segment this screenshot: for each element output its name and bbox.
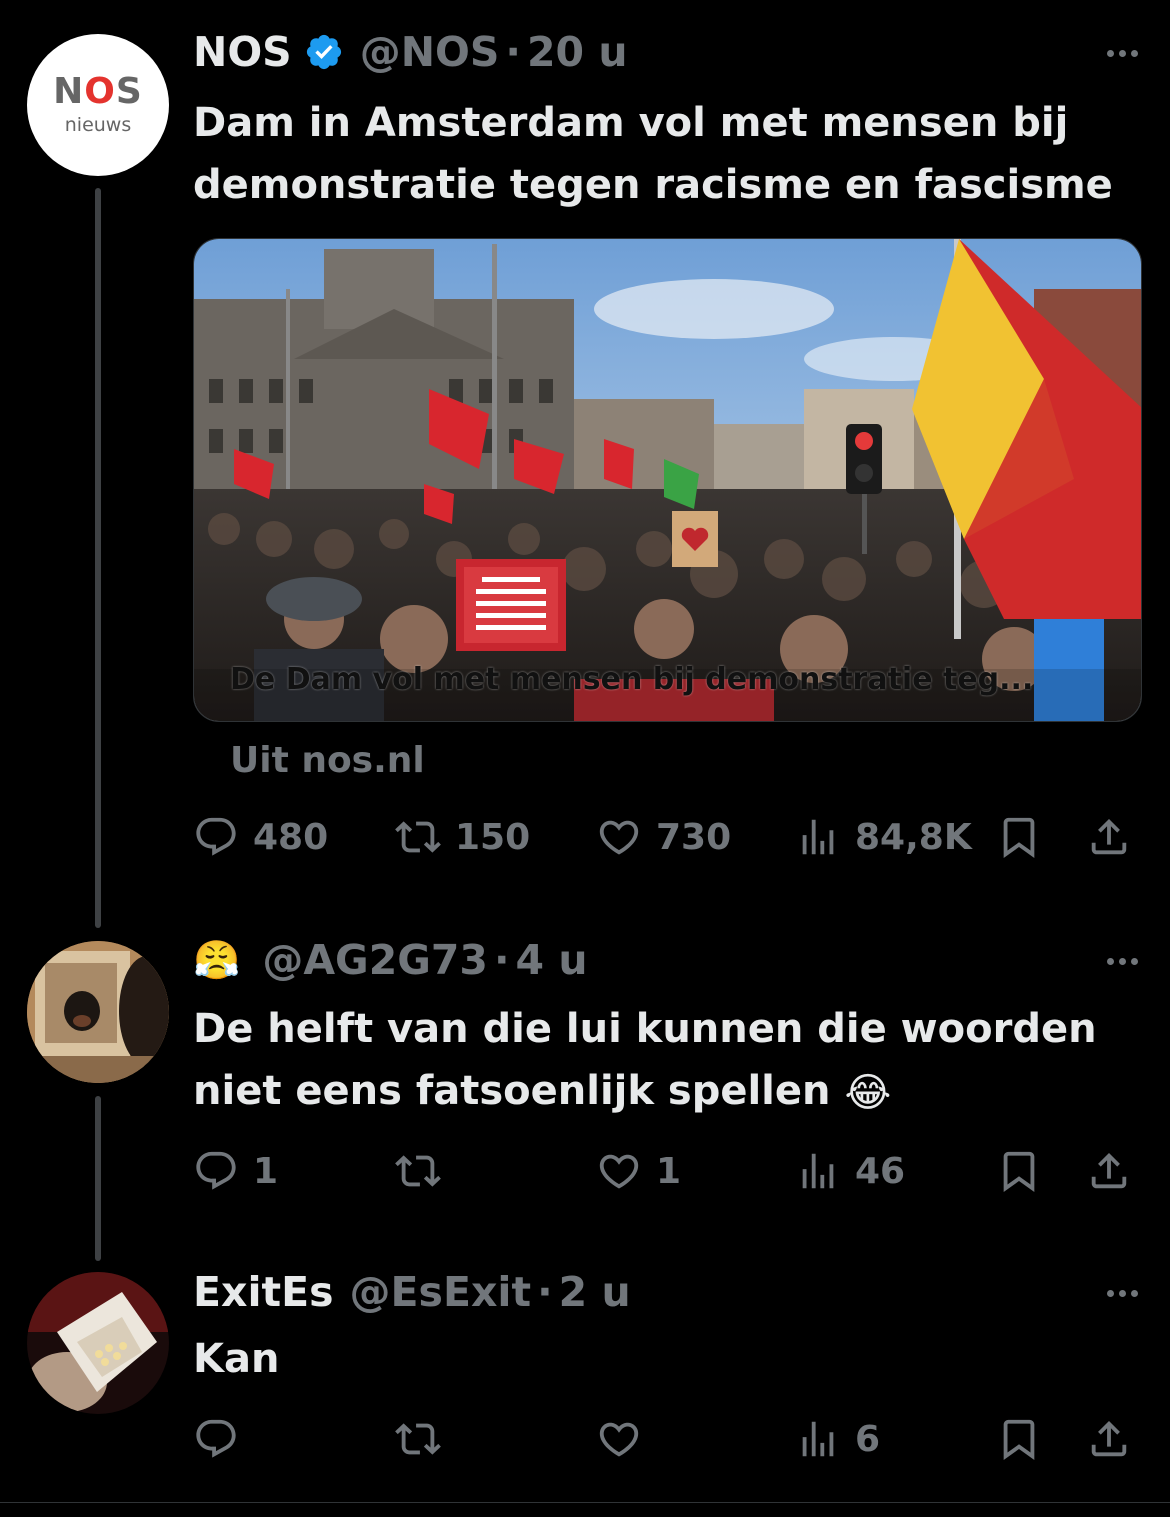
view-count: 46 (855, 1150, 906, 1192)
like-button[interactable]: 1 (596, 1146, 681, 1196)
tweet-header: ExitEs @EsExit · 2 u (193, 1268, 631, 1316)
share-icon (1091, 1152, 1127, 1189)
separator: · (505, 28, 521, 76)
display-name[interactable]: NOS (193, 28, 292, 76)
reply-count: 480 (253, 816, 329, 858)
tweet-text: De helft van die lui kunnen die woorden … (193, 998, 1148, 1124)
reply-button[interactable]: 480 (193, 812, 328, 862)
thread-line (95, 188, 101, 928)
more-icon[interactable] (1107, 1290, 1138, 1297)
tweet-header: 😤 @AG2G73 · 4 u (193, 936, 588, 984)
nos-logo: NOS (53, 71, 143, 112)
display-name[interactable]: ExitEs (193, 1268, 334, 1316)
like-icon (599, 820, 639, 855)
repost-button[interactable] (395, 1414, 455, 1464)
tweet-actions: 1 1 46 (193, 1146, 1138, 1196)
display-name-emoji: 😤 (193, 937, 241, 982)
timestamp[interactable]: 20 u (527, 28, 628, 76)
thread-line (95, 1096, 101, 1261)
share-button[interactable] (1086, 812, 1132, 862)
more-icon[interactable] (1107, 958, 1138, 965)
like-icon (599, 1154, 639, 1189)
tweet-text-emoji: 😂 (844, 1070, 892, 1116)
link-card-title: De Dam vol met mensen bij demonstratie t… (230, 662, 1034, 697)
tweet-actions: 480 150 730 84,8K (193, 812, 1138, 862)
reply-icon (196, 1151, 236, 1190)
views-icon (802, 819, 834, 855)
avatar[interactable] (27, 1272, 169, 1414)
like-icon (599, 1422, 639, 1457)
tweet-header: NOS @NOS · 20 u (193, 28, 628, 76)
avatar-photo (27, 1272, 169, 1414)
repost-button[interactable]: 150 (395, 812, 530, 862)
like-button[interactable] (596, 1414, 656, 1464)
bookmark-button[interactable] (996, 812, 1042, 862)
timestamp[interactable]: 2 u (559, 1268, 631, 1316)
views-icon (802, 1421, 834, 1457)
handle[interactable]: @EsExit (350, 1268, 532, 1316)
like-count: 1 (656, 1150, 682, 1192)
reply-count: 1 (253, 1150, 279, 1192)
repost-icon (395, 1423, 441, 1455)
reply-button[interactable] (193, 1414, 253, 1464)
reply-icon (196, 817, 236, 856)
share-icon (1091, 818, 1127, 855)
verified-badge-icon (306, 34, 341, 70)
more-icon[interactable] (1107, 50, 1138, 57)
view-count: 84,8K (855, 816, 972, 858)
link-source[interactable]: Uit nos.nl (230, 740, 425, 781)
repost-count: 150 (455, 816, 531, 858)
separator: · (537, 1268, 553, 1316)
bookmark-button[interactable] (996, 1146, 1042, 1196)
bookmark-icon (1003, 817, 1035, 858)
bookmark-icon (1003, 1419, 1035, 1460)
handle[interactable]: @AG2G73 (262, 936, 488, 984)
share-button[interactable] (1086, 1146, 1132, 1196)
views-icon (802, 1153, 834, 1189)
like-count: 730 (656, 816, 732, 858)
tweet-text-body: De helft van die lui kunnen die woorden … (193, 1006, 1097, 1114)
reply-icon (196, 1419, 236, 1458)
bookmark-button[interactable] (996, 1414, 1042, 1464)
views-button[interactable]: 6 (795, 1414, 880, 1464)
divider (0, 1502, 1170, 1503)
demonstration-photo (194, 239, 1141, 721)
bookmark-icon (1003, 1151, 1035, 1192)
views-button[interactable]: 46 (795, 1146, 905, 1196)
timestamp[interactable]: 4 u (516, 936, 588, 984)
tweet-actions: 6 (193, 1414, 1138, 1464)
view-count: 6 (855, 1418, 881, 1460)
handle[interactable]: @NOS (360, 28, 500, 76)
share-button[interactable] (1086, 1414, 1132, 1464)
avatar[interactable]: NOS nieuws (27, 34, 169, 176)
share-icon (1091, 1420, 1127, 1457)
link-card-image[interactable]: De Dam vol met mensen bij demonstratie t… (193, 238, 1142, 722)
reply-button[interactable]: 1 (193, 1146, 278, 1196)
views-button[interactable]: 84,8K (795, 812, 972, 862)
repost-icon (395, 1155, 441, 1187)
tweet-text: Dam in Amsterdam vol met mensen bij demo… (193, 100, 1113, 208)
repost-button[interactable] (395, 1146, 455, 1196)
tweet-text: Kan (193, 1336, 280, 1382)
avatar[interactable] (27, 941, 169, 1083)
avatar-photo (27, 941, 169, 1083)
like-button[interactable]: 730 (596, 812, 731, 862)
separator: · (493, 936, 510, 984)
repost-icon (395, 821, 441, 853)
nos-logo-subtitle: nieuws (64, 114, 132, 136)
